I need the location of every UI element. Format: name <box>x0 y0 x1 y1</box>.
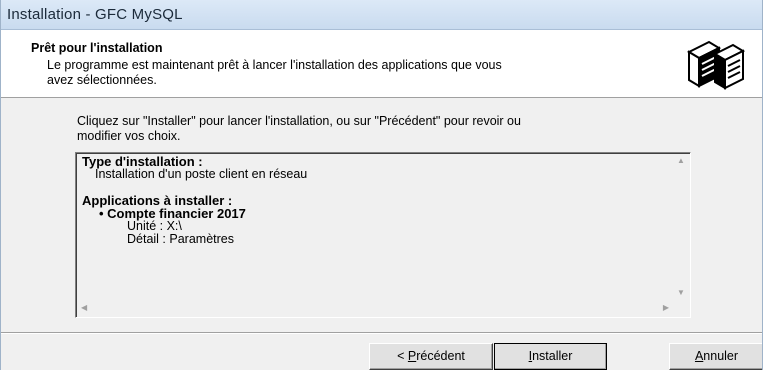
intro-line1: Cliquez sur "Installer" pour lancer l'in… <box>77 114 521 128</box>
intro-text: Cliquez sur "Installer" pour lancer l'in… <box>77 114 717 144</box>
previous-label: récédent <box>416 349 465 363</box>
bottom-separator <box>1 332 762 334</box>
horizontal-scrollbar[interactable]: ◀ ▶ <box>77 300 673 316</box>
scrollbar-corner <box>673 300 689 316</box>
page-title: Prêt pour l'installation <box>31 41 163 55</box>
scroll-down-arrow-icon[interactable]: ▼ <box>677 288 685 298</box>
install-button[interactable]: Installer <box>494 343 607 370</box>
page-description: Le programme est maintenant prêt à lance… <box>47 58 647 88</box>
scroll-right-arrow-icon[interactable]: ▶ <box>663 303 669 313</box>
scroll-up-arrow-icon[interactable]: ▲ <box>677 156 685 166</box>
previous-prefix: < <box>397 349 408 363</box>
cancel-label: nnuler <box>703 349 739 363</box>
computer-install-icon <box>686 40 746 90</box>
summary-memo[interactable]: Type d'installation : Installation d'un … <box>75 152 691 318</box>
window-title: Installation - GFC MySQL <box>7 6 183 23</box>
previous-button[interactable]: < Précédent <box>369 343 493 370</box>
summary-content: Type d'installation : Installation d'un … <box>82 155 662 246</box>
installer-window: Installation - GFC MySQL Prêt pour l'ins… <box>0 0 763 370</box>
scroll-left-arrow-icon[interactable]: ◀ <box>81 303 87 313</box>
install-label: nstaller <box>532 349 573 363</box>
page-description-line2: avez sélectionnées. <box>47 73 157 87</box>
install-type-value: Installation d'un poste client en réseau <box>95 167 308 181</box>
app-detail: Détail : Paramètres <box>127 232 234 246</box>
previous-accel: P <box>407 349 417 363</box>
page-description-line1: Le programme est maintenant prêt à lance… <box>47 58 502 72</box>
wizard-header: Prêt pour l'installation Le programme es… <box>1 30 762 98</box>
cancel-button[interactable]: Annuler <box>669 343 762 370</box>
vertical-scrollbar[interactable]: ▲ ▼ <box>673 154 689 300</box>
intro-line2: modifier vos choix. <box>77 129 181 143</box>
title-bar[interactable]: Installation - GFC MySQL <box>1 0 762 30</box>
